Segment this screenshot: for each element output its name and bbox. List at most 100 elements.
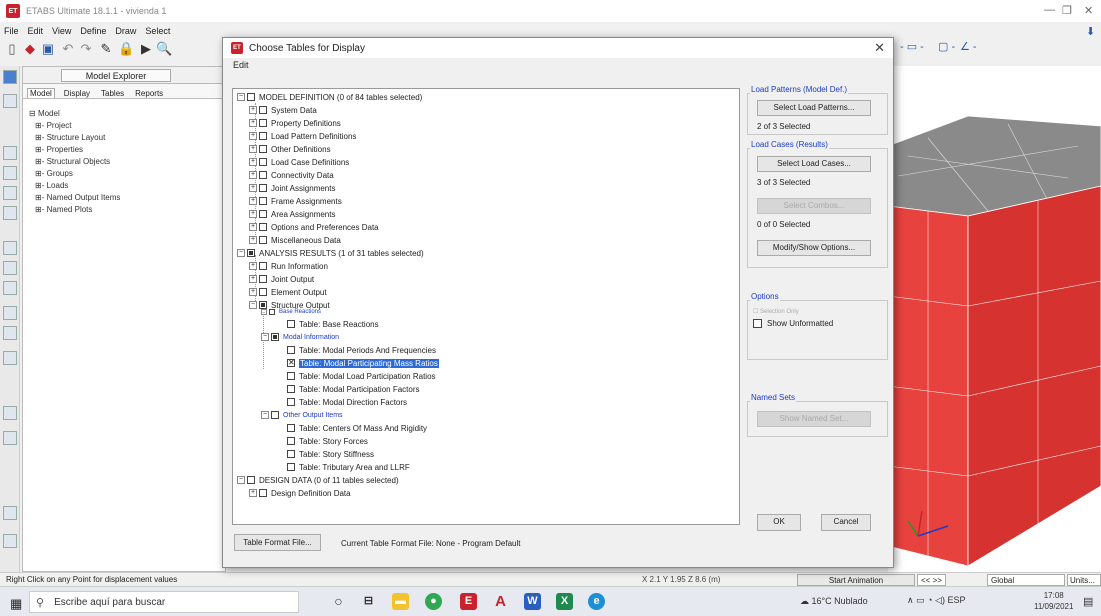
windows-start-icon[interactable]: ▦ [10, 596, 22, 612]
tree-leaf-table-base-reactions[interactable]: Table: Base Reactions [287, 318, 379, 330]
undo-icon[interactable]: ↶ [60, 41, 76, 57]
tree-node-design-definition-data[interactable]: + Design Definition Data [249, 487, 351, 499]
draw-link-icon[interactable] [3, 351, 17, 365]
tree-leaf-modal-direction-factors[interactable]: Table: Modal Direction Factors [287, 396, 407, 408]
tab-reports[interactable]: Reports [133, 89, 165, 98]
tree-leaf-modal-periods[interactable]: Table: Modal Periods And Frequencies [287, 344, 436, 356]
expand-icon[interactable]: + [249, 236, 257, 244]
tree-node-property-definitions[interactable]: + Property Definitions [249, 117, 341, 129]
select-combos-button[interactable]: Select Combos... [757, 198, 871, 214]
draw-dropdown-icon[interactable]: ∠ - [960, 40, 977, 53]
checkbox[interactable] [259, 184, 267, 192]
checkbox-checked[interactable] [287, 358, 295, 367]
3d-model-view[interactable] [888, 66, 1101, 572]
restore-icon[interactable]: ❐ [1062, 4, 1072, 17]
tree-node-system-data[interactable]: + System Data [249, 104, 317, 116]
tab-model[interactable]: Model [27, 88, 55, 98]
tree-node-load-case-definitions[interactable]: + Load Case Definitions [249, 156, 349, 168]
tree-node-other-definitions[interactable]: + Other Definitions [249, 143, 331, 155]
checkbox[interactable] [287, 450, 295, 458]
menu-define[interactable]: Define [80, 26, 106, 36]
checkbox[interactable] [247, 476, 255, 484]
minimize-icon[interactable]: — [1044, 4, 1055, 16]
select-load-cases-button[interactable]: Select Load Cases... [757, 156, 871, 172]
tree-node-load-pattern-definitions[interactable]: + Load Pattern Definitions [249, 130, 356, 142]
open-icon[interactable]: ◆ [22, 41, 38, 57]
draw-floor-icon[interactable] [3, 261, 17, 275]
menu-edit[interactable]: Edit [28, 26, 44, 36]
cortana-icon[interactable]: ○ [330, 593, 347, 610]
cancel-button[interactable]: Cancel [821, 514, 871, 531]
all-snap-icon[interactable] [3, 506, 17, 520]
excel-icon[interactable]: X [556, 593, 573, 610]
checkbox[interactable] [287, 372, 295, 380]
pointer-icon[interactable] [3, 70, 17, 84]
checkbox[interactable] [287, 463, 295, 471]
ok-button[interactable]: OK [757, 514, 801, 531]
tables-tree[interactable]: − MODEL DEFINITION (0 of 84 tables select… [232, 88, 740, 525]
etabs-taskbar-icon[interactable]: E [460, 593, 477, 610]
view-dropdown-icon[interactable]: - ▭ - [900, 40, 924, 53]
expand-icon[interactable]: + [249, 158, 257, 166]
checkbox-partial[interactable] [271, 333, 279, 341]
expand-icon[interactable]: + [249, 262, 257, 270]
tree-node-element-output[interactable]: + Element Output [249, 286, 327, 298]
save-icon[interactable]: ▣ [40, 41, 56, 57]
menu-select[interactable]: Select [145, 26, 170, 36]
checkbox[interactable] [259, 106, 267, 114]
checkbox[interactable] [269, 309, 275, 315]
snap-point-icon[interactable] [3, 534, 17, 548]
expand-icon[interactable]: + [249, 489, 257, 497]
redo-icon[interactable]: ↷ [78, 41, 94, 57]
units-button[interactable]: Units... [1067, 573, 1101, 586]
tree-item-named-output[interactable]: ⊞- Named Output Items [35, 193, 120, 202]
checkbox[interactable] [259, 171, 267, 179]
checkbox[interactable] [259, 158, 267, 166]
taskbar-search-box[interactable]: ⚲ Escribe aquí para buscar [29, 591, 299, 613]
expand-icon[interactable]: + [249, 106, 257, 114]
expand-icon[interactable]: + [249, 223, 257, 231]
tree-node-design-data[interactable]: − DESIGN DATA (0 of 11 tables selected) [237, 474, 399, 486]
tree-item-model[interactable]: ⊟ Model [29, 109, 60, 118]
weather-widget[interactable]: ☁ 16°C Nublado [800, 596, 868, 607]
edge-icon[interactable]: e [588, 593, 605, 610]
tree-node-area-assignments[interactable]: + Area Assignments [249, 208, 335, 220]
task-view-icon[interactable]: ⊟ [360, 593, 377, 610]
expand-icon[interactable]: + [249, 275, 257, 283]
checkbox[interactable] [259, 288, 267, 296]
checkbox[interactable] [247, 93, 255, 101]
checkbox[interactable] [271, 411, 279, 419]
tab-display[interactable]: Display [62, 89, 92, 98]
show-unformatted-checkbox[interactable]: Show Unformatted [753, 319, 833, 328]
draw-opening-icon[interactable] [3, 306, 17, 320]
tree-leaf-modal-mass-ratios[interactable]: Table: Modal Participating Mass Ratios [287, 357, 439, 369]
tree-leaf-modal-participation-factors[interactable]: Table: Modal Participation Factors [287, 383, 420, 395]
notifications-icon[interactable]: ▤ [1083, 595, 1093, 608]
draw-slab-icon[interactable] [3, 326, 17, 340]
draw-area-icon[interactable] [3, 281, 17, 295]
table-format-file-button[interactable]: Table Format File... [234, 534, 321, 551]
collapse-icon[interactable]: − [261, 411, 269, 419]
tree-node-options-preferences[interactable]: + Options and Preferences Data [249, 221, 379, 233]
collapse-icon[interactable]: − [249, 301, 257, 309]
collapse-icon[interactable]: − [261, 309, 267, 316]
checkbox[interactable] [287, 320, 295, 328]
tree-node-model-definition[interactable]: − MODEL DEFINITION (0 of 84 tables select… [237, 91, 422, 103]
language-indicator[interactable]: ESP [947, 595, 965, 605]
tree-item-properties[interactable]: ⊞- Properties [35, 145, 83, 154]
expand-icon[interactable]: + [249, 132, 257, 140]
checkbox[interactable] [287, 398, 295, 406]
expand-icon[interactable]: + [249, 171, 257, 179]
checkbox[interactable] [287, 437, 295, 445]
checkbox[interactable] [259, 132, 267, 140]
checkbox[interactable] [259, 197, 267, 205]
checkbox[interactable] [287, 424, 295, 432]
draw-grid-icon[interactable] [3, 431, 17, 445]
reshape-icon[interactable] [3, 94, 17, 108]
tree-node-frame-assignments[interactable]: + Frame Assignments [249, 195, 342, 207]
tree-node-joint-assignments[interactable]: + Joint Assignments [249, 182, 335, 194]
new-file-icon[interactable]: ▯ [4, 41, 20, 57]
menu-draw[interactable]: Draw [115, 26, 136, 36]
draw-dimension-icon[interactable] [3, 406, 17, 420]
start-animation-button[interactable]: Start Animation [797, 573, 915, 586]
